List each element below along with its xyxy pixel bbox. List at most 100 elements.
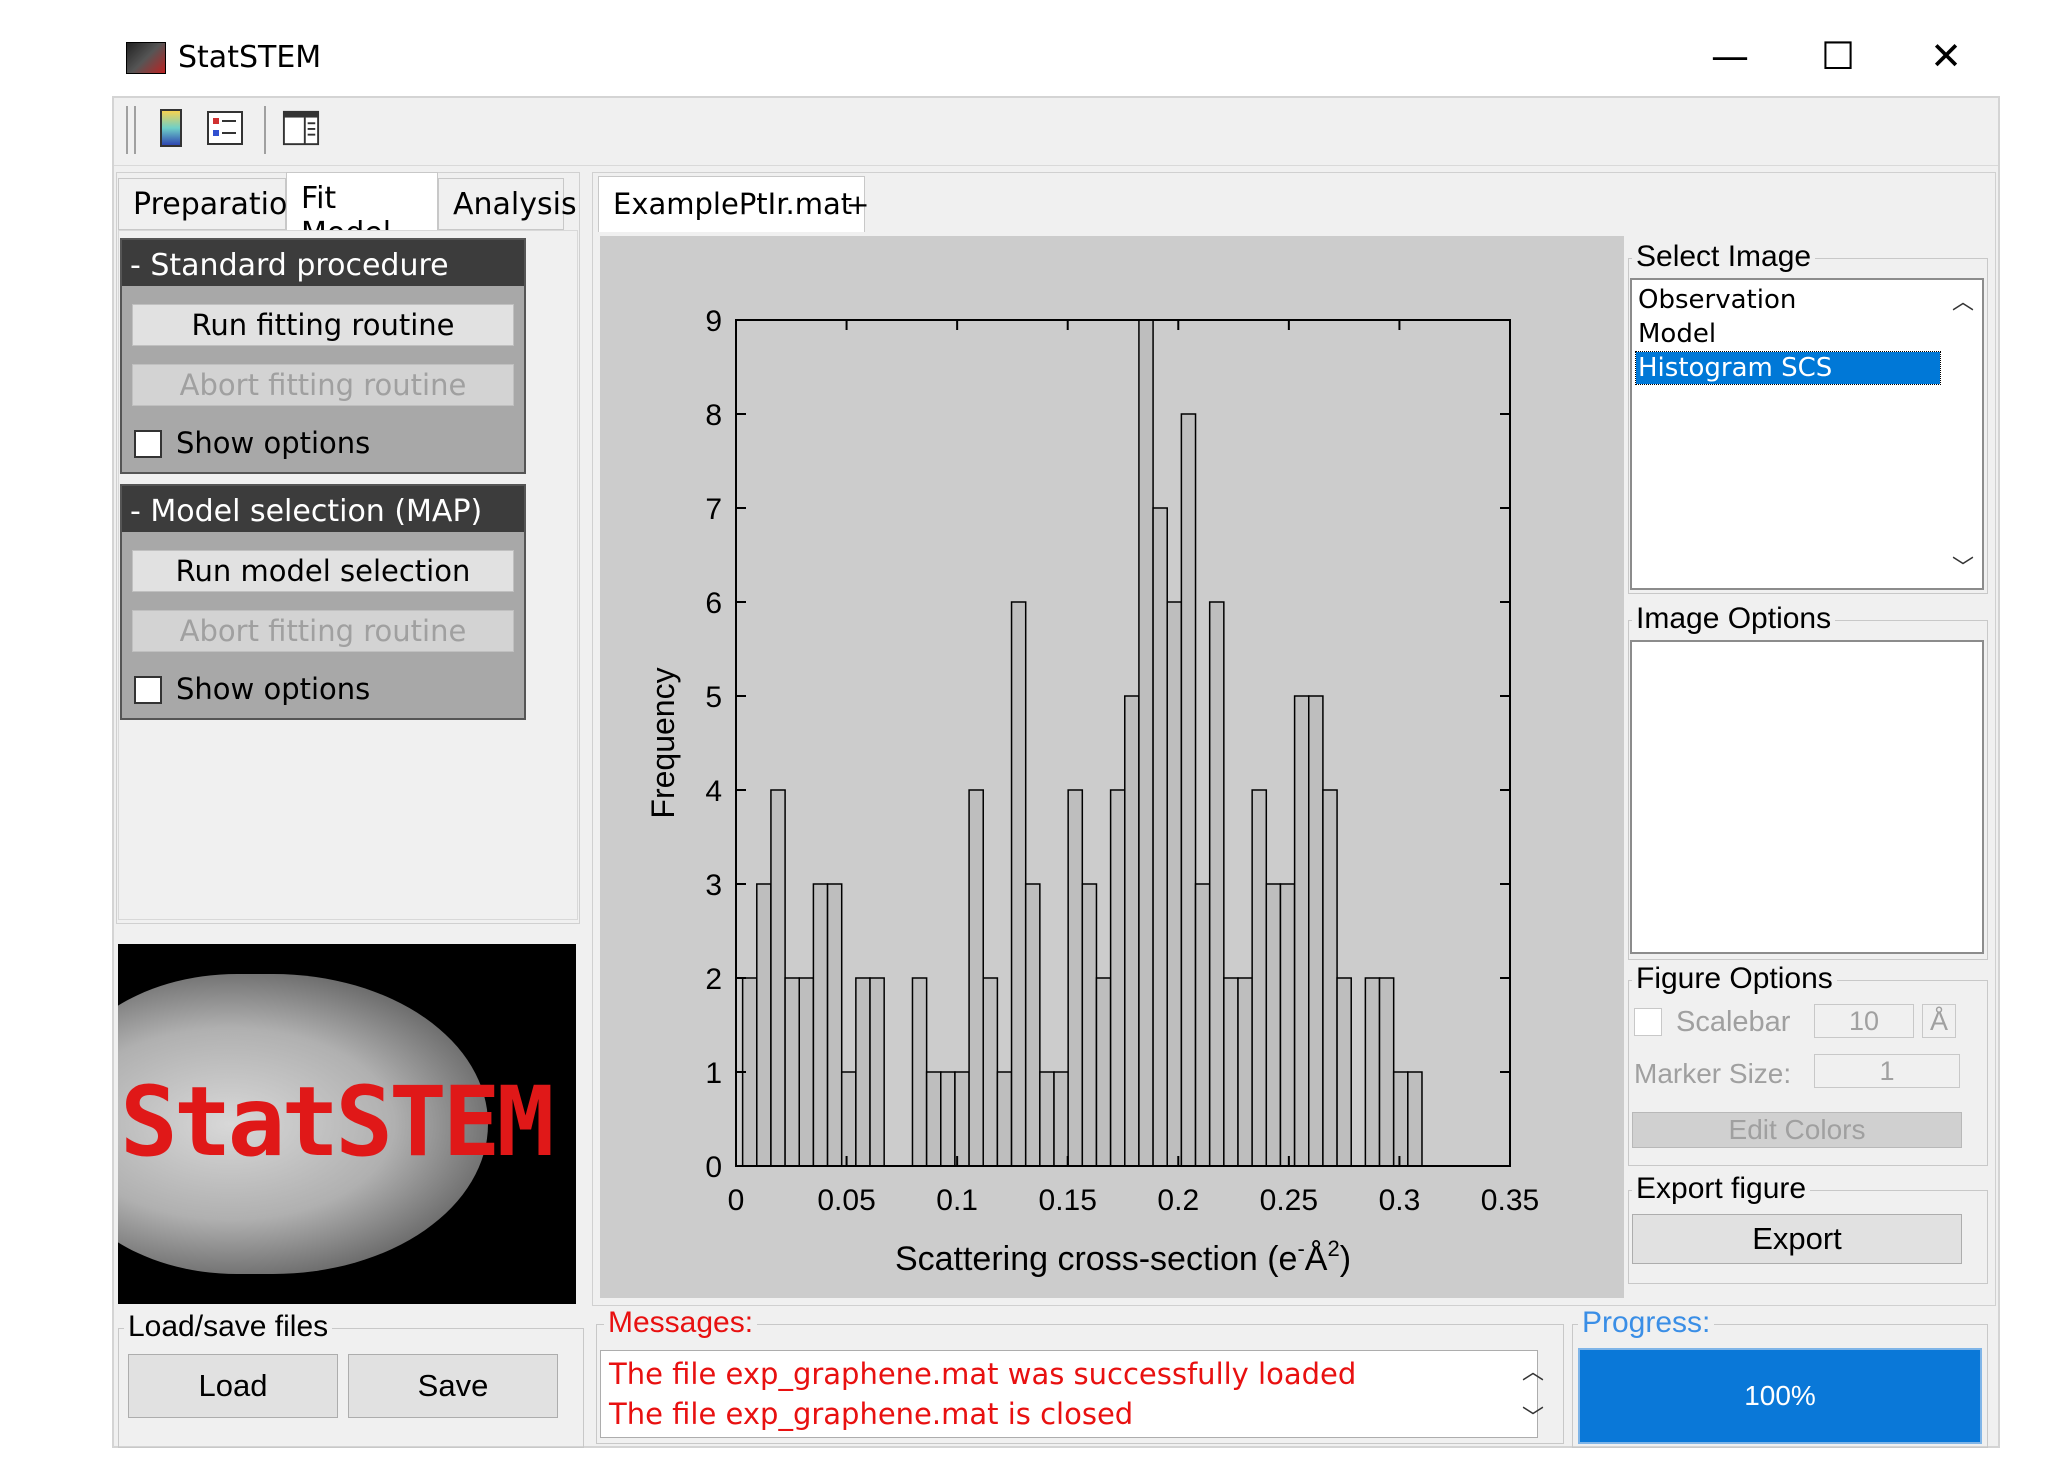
marker-size-input[interactable]: 1 <box>1814 1054 1960 1088</box>
histogram-bar <box>1095 977 1112 1167</box>
legend-icon[interactable] <box>206 106 244 150</box>
histogram-bar <box>1053 1071 1069 1167</box>
histogram-bar <box>925 1071 942 1167</box>
histogram-bar <box>1364 977 1381 1167</box>
list-item-histogram-scs[interactable]: Histogram SCS <box>1635 351 1941 385</box>
x-axis-label-mid: Å <box>1305 1240 1328 1278</box>
save-button[interactable]: Save <box>348 1354 558 1418</box>
histogram-bar <box>1279 883 1296 1167</box>
maximize-button[interactable]: ☐ <box>1808 34 1868 78</box>
histogram-bar <box>812 883 829 1167</box>
histogram-bar <box>1024 883 1041 1167</box>
y-tick-label: 5 <box>705 681 722 714</box>
messages-legend: Messages: <box>604 1306 758 1340</box>
select-image-listbox[interactable]: Observation Model Histogram SCS ︿ ﹀ <box>1630 278 1984 590</box>
histogram-bar <box>940 1071 956 1167</box>
add-tab-button[interactable]: + <box>846 188 869 221</box>
histogram-bar <box>798 977 815 1167</box>
colorbar-icon[interactable] <box>152 106 190 150</box>
y-tick-label: 3 <box>705 869 722 902</box>
histogram-bar <box>855 977 871 1167</box>
x-tick-label: 0.3 <box>1379 1184 1421 1217</box>
histogram-bar <box>911 977 928 1167</box>
messages-scroll-down-icon[interactable]: ﹀ <box>1522 1400 1544 1432</box>
y-tick-label: 7 <box>705 493 722 526</box>
select-image-legend: Select Image <box>1632 240 1816 274</box>
histogram-bar <box>1166 601 1183 1167</box>
y-axis-label: Frequency <box>645 667 681 818</box>
histogram-bar <box>968 789 984 1167</box>
histogram-bar <box>1010 601 1027 1167</box>
x-tick-label: 0.25 <box>1260 1184 1318 1217</box>
tab-preparation[interactable]: Preparation <box>118 178 306 230</box>
y-tick-label: 8 <box>705 399 722 432</box>
x-tick-label: 0.35 <box>1481 1184 1539 1217</box>
x-axis-label-end: ) <box>1340 1240 1351 1278</box>
messages-scroll-up-icon[interactable]: ︿ <box>1522 1354 1544 1386</box>
x-axis-label-text: Scattering cross-section (e <box>895 1240 1298 1278</box>
histogram-bar <box>1180 413 1197 1167</box>
panel-layout-icon[interactable] <box>282 106 320 150</box>
tab-exampleptir-mat[interactable]: ExamplePtIr.mat <box>598 176 866 232</box>
abort-model-selection-button[interactable]: Abort fitting routine <box>132 610 514 652</box>
list-item-observation[interactable]: Observation <box>1636 284 1948 316</box>
histogram-bar <box>1208 601 1225 1167</box>
show-options-label: Show options <box>176 672 371 706</box>
x-tick-label: 0.15 <box>1039 1184 1097 1217</box>
close-button[interactable]: ✕ <box>1916 34 1976 78</box>
histogram-bar <box>1407 1071 1423 1167</box>
histogram-bar <box>784 977 800 1167</box>
histogram-bar <box>756 883 772 1167</box>
histogram-bar <box>770 789 786 1167</box>
tab-fit-model[interactable]: Fit Model <box>286 172 438 251</box>
scalebar-unit-button[interactable]: Å <box>1922 1004 1956 1038</box>
histogram-bar <box>1265 883 1282 1167</box>
histogram-bar <box>1152 507 1168 1167</box>
histogram-bar <box>869 977 885 1167</box>
histogram-bar <box>954 1071 970 1167</box>
toolbar <box>114 98 1998 166</box>
tab-analysis[interactable]: Analysis <box>438 178 577 230</box>
y-tick-label: 1 <box>705 1057 722 1090</box>
show-options-checkbox[interactable] <box>134 430 162 458</box>
scalebar-checkbox[interactable] <box>1634 1008 1662 1036</box>
histogram-bar <box>1322 789 1338 1167</box>
edit-colors-button[interactable]: Edit Colors <box>1632 1112 1962 1148</box>
y-tick-label: 0 <box>705 1151 722 1184</box>
logo-text: StatSTEM <box>120 1066 554 1178</box>
progress-bar: 100% <box>1578 1348 1982 1444</box>
histogram-bar <box>1378 977 1395 1167</box>
x-axis-label: Scattering cross-section (e-Å2) <box>895 1236 1351 1278</box>
scalebar-label: Scalebar <box>1676 1006 1791 1038</box>
progress-legend: Progress: <box>1578 1306 1715 1340</box>
histogram-bar <box>1308 695 1324 1167</box>
export-button[interactable]: Export <box>1632 1214 1962 1264</box>
statstem-app-icon <box>126 42 166 74</box>
standard-procedure-panel: - Standard procedure Run fitting routine… <box>120 238 526 474</box>
minimize-button[interactable]: — <box>1700 34 1760 78</box>
x-axis-label-sup2: 2 <box>1327 1236 1339 1261</box>
scroll-down-icon[interactable]: ﹀ <box>1952 550 1974 582</box>
run-model-selection-button[interactable]: Run model selection <box>132 550 514 592</box>
histogram-bar <box>1039 1071 1055 1167</box>
model-selection-header[interactable]: - Model selection (MAP) <box>122 486 524 532</box>
show-options-checkbox[interactable] <box>134 676 162 704</box>
list-item-model[interactable]: Model <box>1636 318 1948 350</box>
histogram-bar <box>1223 977 1239 1167</box>
abort-fitting-routine-button[interactable]: Abort fitting routine <box>132 364 514 406</box>
histogram-bar <box>1067 789 1084 1167</box>
histogram-bar <box>1194 883 1211 1167</box>
scalebar-value-input[interactable]: 10 <box>1814 1004 1914 1038</box>
messages-box: The file exp_graphene.mat was successful… <box>600 1350 1538 1438</box>
histogram-bar <box>1081 883 1098 1167</box>
image-options-legend: Image Options <box>1632 602 1836 636</box>
message-line: The file exp_graphene.mat is closed <box>609 1397 1134 1431</box>
run-fitting-routine-button[interactable]: Run fitting routine <box>132 304 514 346</box>
scroll-up-icon[interactable]: ︿ <box>1952 284 1974 316</box>
histogram-bar <box>840 1071 857 1167</box>
standard-procedure-header[interactable]: - Standard procedure <box>122 240 524 286</box>
histogram-bar <box>1293 695 1310 1167</box>
x-tick-label: 0 <box>728 1184 745 1217</box>
toolbar-separator <box>264 106 266 154</box>
load-button[interactable]: Load <box>128 1354 338 1418</box>
